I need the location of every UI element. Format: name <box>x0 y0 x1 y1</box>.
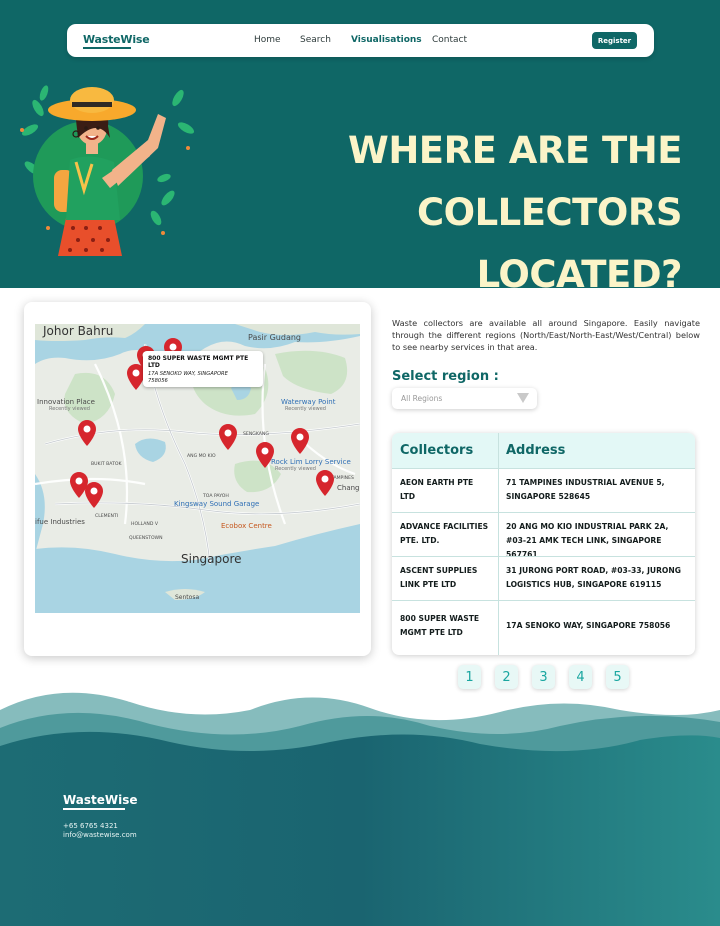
map-label-ecobox: Ecobox Centre <box>221 522 272 530</box>
intro-text: Waste collectors are available all aroun… <box>392 318 700 352</box>
map-label-clementi: CLEMENTI <box>95 514 119 519</box>
table-row[interactable]: AEON EARTH PTE LTD 71 TAMPINES INDUSTRIAL… <box>392 468 695 512</box>
map-label-kingsway: Kingsway Sound Garage <box>174 500 260 508</box>
map-label-waterway: Waterway Point <box>281 398 336 406</box>
map-label-rocklim: Rock Lim Lorry Service <box>271 458 351 466</box>
map-label-bukitbatok: BUKIT BATOK <box>91 462 122 467</box>
map-label-senkang: SENGKANG <box>243 432 269 437</box>
collector-address: 17A SENOKO WAY, SINGAPORE 758056 <box>506 621 671 630</box>
collector-address: 31 JURONG PORT ROAD, #03-33, JURONG LOGIS… <box>506 566 681 589</box>
table-row[interactable]: 800 SUPER WASTE MGMT PTE LTD 17A SENOKO W… <box>392 600 695 655</box>
popup-address-line1: 17A SENOKO WAY, SINGAPORE <box>148 371 228 377</box>
collector-name: ASCENT SUPPLIES LINK PTE LTD <box>400 566 478 589</box>
nav-home[interactable]: Home <box>254 35 281 45</box>
table-row[interactable]: ASCENT SUPPLIES LINK PTE LTD 31 JURONG PO… <box>392 556 695 600</box>
table-header: Collectors Address <box>392 433 695 468</box>
top-navbar: WasteWise Home Search Visualisations Con… <box>67 24 654 57</box>
collectors-table: Collectors Address AEON EARTH PTE LTD 71 … <box>392 433 695 655</box>
region-dropdown[interactable]: All Regions <box>392 388 537 409</box>
logo[interactable]: WasteWise <box>83 33 150 46</box>
hero-title-line2: COLLECTORS LOCATED? <box>416 191 683 296</box>
hero-title: WHERE ARE THE COLLECTORS LOCATED? <box>202 120 682 306</box>
map-label-industries: ifue Industries <box>35 518 85 526</box>
map-label-holland: HOLLAND V <box>131 522 159 527</box>
map-label-changi: Chang <box>337 484 360 492</box>
map-label-rocklim-sub: Recently viewed <box>275 466 316 472</box>
hero-title-line1: WHERE ARE THE <box>348 129 682 172</box>
popup-title: 800 SUPER WASTE MGMT PTE LTD <box>148 355 249 369</box>
map-label-innovation: Innovation Place <box>37 398 95 406</box>
logo-underline <box>83 47 131 49</box>
chevron-down-icon <box>517 393 529 403</box>
map-label-sentosa: Sentosa <box>175 594 200 601</box>
footer: WasteWise +65 6765 4321 info@wastewise.c… <box>0 680 720 926</box>
footer-email[interactable]: info@wastewise.com <box>63 831 137 839</box>
map-card: Johor Bahru Pasir Gudang Innovation Plac… <box>24 302 371 656</box>
footer-phone[interactable]: +65 6765 4321 <box>63 822 118 830</box>
map-pin-icon[interactable] <box>219 424 237 450</box>
header-collectors: Collectors <box>400 443 474 458</box>
hero-banner: WasteWise Home Search Visualisations Con… <box>0 0 720 296</box>
map-label-johor: Johor Bahru <box>43 324 114 338</box>
collector-name: AEON EARTH PTE LTD <box>400 478 474 501</box>
footer-logo-underline <box>63 808 125 810</box>
nav-visualisations[interactable]: Visualisations <box>351 35 422 45</box>
map-label-angmokio: ANG MO KIO <box>187 454 216 459</box>
table-row[interactable]: ADVANCE FACILITIES PTE. LTD. 20 ANG MO KI… <box>392 512 695 559</box>
header-address: Address <box>506 443 566 458</box>
register-button[interactable]: Register <box>592 32 637 49</box>
region-label: Select region : <box>392 369 499 384</box>
map-pin-icon[interactable] <box>78 420 96 446</box>
footer-logo[interactable]: WasteWise <box>63 793 138 807</box>
map-label-waterway-sub: Recently viewed <box>285 406 326 412</box>
nav-search[interactable]: Search <box>300 35 331 45</box>
map-pin-icon[interactable] <box>291 428 309 454</box>
collector-name: 800 SUPER WASTE MGMT PTE LTD <box>400 614 480 637</box>
map-pin-icon[interactable] <box>85 482 103 508</box>
nav-contact[interactable]: Contact <box>432 35 467 45</box>
map-pin-icon[interactable] <box>256 442 274 468</box>
map-label-singapore: Singapore <box>181 552 242 566</box>
collector-name: ADVANCE FACILITIES PTE. LTD. <box>400 522 489 545</box>
region-selected-value: All Regions <box>401 394 443 403</box>
woman-with-hat-illustration <box>20 85 195 256</box>
map-label-queenstown: QUEENSTOWN <box>129 536 163 541</box>
collector-map[interactable]: Johor Bahru Pasir Gudang Innovation Plac… <box>35 324 360 613</box>
map-label-tampines: TAMPINES <box>331 476 354 481</box>
map-info-popup: 800 SUPER WASTE MGMT PTE LTD 17A SENOKO … <box>143 351 263 387</box>
map-pin-icon[interactable] <box>316 470 334 496</box>
map-label-pasir: Pasir Gudang <box>248 333 301 342</box>
popup-address-line2: 758056 <box>148 378 168 384</box>
map-label-toapayoh: TOA PAYOH <box>203 494 229 499</box>
collector-address: 71 TAMPINES INDUSTRIAL AVENUE 5, SINGAPOR… <box>506 478 665 501</box>
map-label-innovation-sub: Recently viewed <box>49 406 90 412</box>
